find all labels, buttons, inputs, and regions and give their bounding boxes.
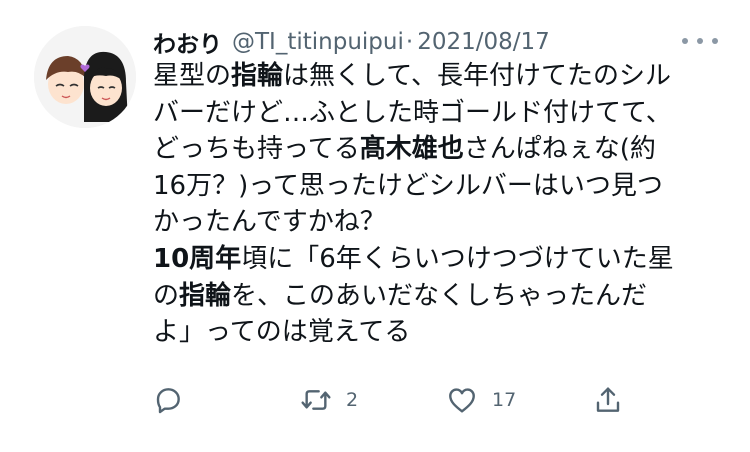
more-dot: [682, 38, 688, 44]
highlight-keyword: 指輪: [231, 61, 284, 91]
tweet-text-line: の指輪を、このあいだなくしちゃったんだ: [153, 280, 648, 311]
tweet-text-line: かったんですかね？: [153, 207, 386, 238]
display-name[interactable]: わおり: [153, 25, 222, 59]
tweet-text-line: 星型の指輪は無くして、長年付けてたのシル: [153, 61, 671, 91]
like-count: 17: [492, 389, 517, 411]
avatar-illustration: [34, 26, 136, 128]
retweet-icon: [301, 390, 331, 410]
reply-icon: [156, 388, 180, 414]
retweet-button[interactable]: 2: [300, 378, 358, 422]
tweet-text-line: バーだけど…ふとした時ゴールド付けてて、: [153, 97, 672, 128]
share-icon: [596, 387, 620, 412]
more-dot: [712, 38, 718, 44]
tweet-text-line: 10周年頃に「6年くらいつけつづけていた星: [153, 243, 674, 274]
tweet-header: わおり @TI_titinpuipui · 2021/08/17: [153, 22, 550, 62]
highlight-keyword: 10周年: [153, 243, 242, 274]
share-button[interactable]: [592, 378, 624, 422]
tweet-text-line: よ」ってのは覚えてる: [153, 317, 411, 348]
retweet-count: 2: [346, 389, 359, 411]
heart-icon: [449, 388, 475, 413]
more-dot: [697, 38, 703, 44]
user-handle[interactable]: @TI_titinpuipui: [232, 29, 404, 55]
tweet-card: わおり @TI_titinpuipui · 2021/08/17 星型の指輪は無…: [0, 0, 750, 452]
reply-button[interactable]: [152, 378, 184, 422]
tweet-text-line: 16万？)って思ったけどシルバーはいつ見つ: [153, 170, 663, 201]
like-button[interactable]: 17: [446, 378, 516, 422]
tweet-text: 星型の指輪は無くして、長年付けてたのシル バーだけど…ふとした時ゴールド付けてて…: [153, 58, 723, 351]
tweet-actions: 2 17: [152, 378, 632, 422]
tweet-date[interactable]: 2021/08/17: [417, 29, 550, 55]
separator-dot: ·: [405, 29, 414, 55]
highlight-keyword: 髙木雄也: [359, 134, 464, 165]
avatar[interactable]: [34, 26, 136, 128]
highlight-keyword: 指輪: [179, 280, 232, 311]
tweet-text-line: どっちも持ってる髙木雄也さんぱねぇな(約: [153, 134, 656, 165]
more-options-icon[interactable]: [682, 31, 718, 51]
